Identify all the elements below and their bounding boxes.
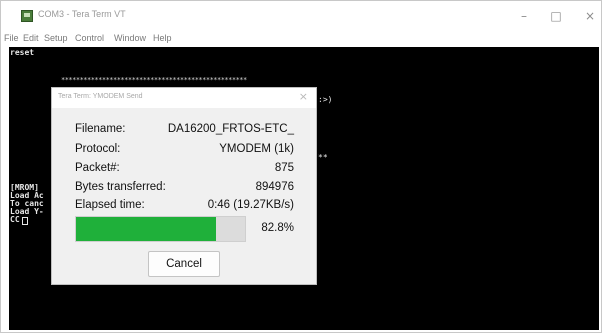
transfer-progress-percent: 82.8%: [261, 222, 294, 234]
bytes-transferred-label: Bytes transferred:: [75, 181, 166, 193]
terminal-fragment-1: :>): [318, 95, 333, 104]
teraterm-window: COM3 - Tera Term VT – □ × File Edit Setu…: [0, 0, 602, 333]
menu-help[interactable]: Help: [153, 33, 172, 43]
menu-file[interactable]: File: [4, 33, 19, 43]
terminal-fragment-2: **: [318, 153, 328, 162]
bytes-transferred-value: 894976: [255, 181, 294, 193]
transfer-progress-fill: [76, 217, 216, 241]
maximize-button[interactable]: □: [545, 7, 567, 25]
minimize-button[interactable]: –: [513, 7, 535, 25]
terminal-line-reset: reset: [10, 48, 35, 57]
elapsed-time-label: Elapsed time:: [75, 199, 145, 211]
elapsed-time-value: 0:46 (19.27KB/s): [207, 199, 294, 211]
menu-bar: File Edit Setup Control Window Help: [1, 31, 601, 47]
filename-label: Filename:: [75, 123, 126, 135]
protocol-label: Protocol:: [75, 143, 121, 155]
packet-value: 875: [274, 162, 294, 174]
close-button[interactable]: ×: [579, 7, 601, 25]
dialog-title: Tera Term: YMODEM Send: [58, 93, 143, 100]
protocol-value: YMODEM (1k): [219, 143, 294, 155]
ymodem-send-dialog: Tera Term: YMODEM Send × Filename: DA162…: [51, 87, 317, 285]
filename-value: DA16200_FRTOS-ETC_: [167, 123, 294, 135]
window-title: COM3 - Tera Term VT: [38, 9, 126, 19]
teraterm-app-icon: [21, 10, 33, 22]
menu-window[interactable]: Window: [114, 33, 146, 43]
menu-edit[interactable]: Edit: [23, 33, 39, 43]
terminal-cursor: [22, 217, 28, 225]
menu-setup[interactable]: Setup: [44, 33, 68, 43]
terminal-line-cc: CC: [10, 215, 20, 224]
packet-label: Packet#:: [75, 162, 120, 174]
dialog-title-bar[interactable]: Tera Term: YMODEM Send ×: [52, 88, 316, 108]
transfer-progress-bar: [75, 216, 246, 242]
terminal-star-banner: ****************************************…: [61, 76, 247, 84]
cancel-button[interactable]: Cancel: [148, 251, 220, 277]
title-bar[interactable]: COM3 - Tera Term VT – □ ×: [1, 1, 601, 31]
dialog-close-button[interactable]: ×: [299, 90, 308, 103]
menu-control[interactable]: Control: [75, 33, 104, 43]
